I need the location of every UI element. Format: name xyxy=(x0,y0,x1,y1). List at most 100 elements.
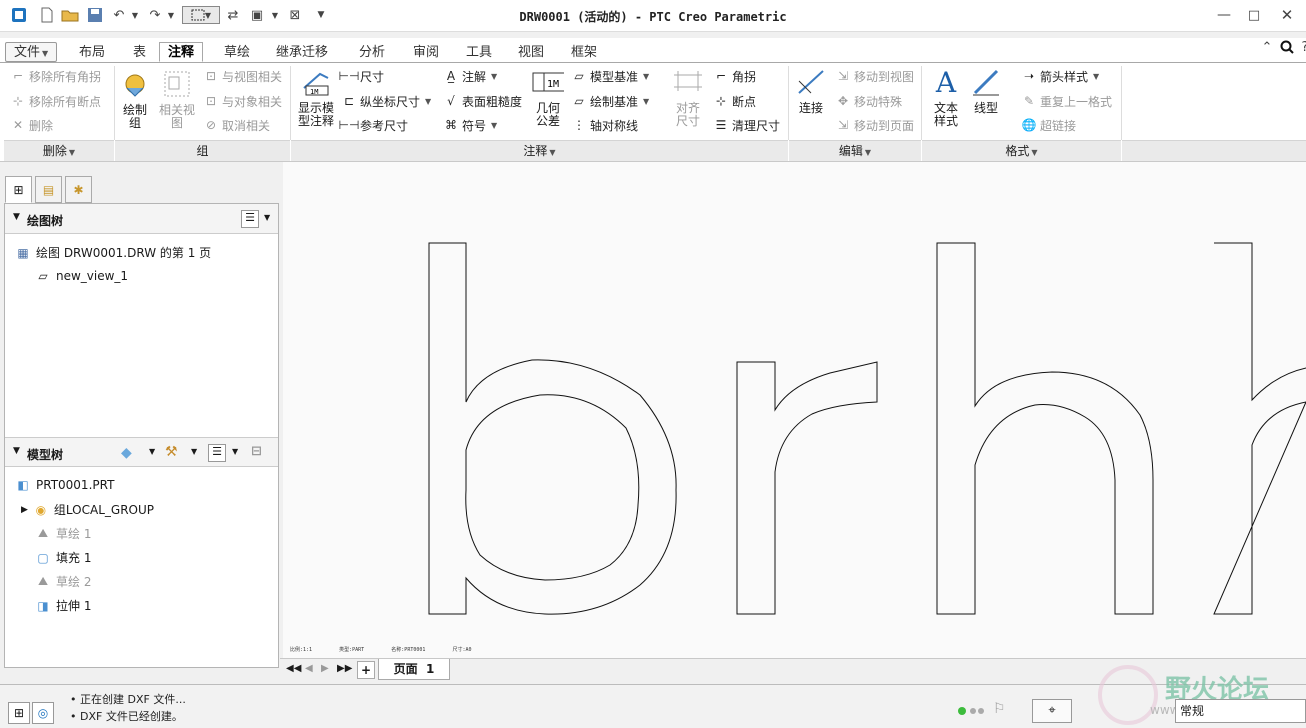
settings-dropdown-icon[interactable]: ▼ xyxy=(232,447,238,456)
filter-icon[interactable]: ⊟ xyxy=(251,444,262,459)
collapse-ribbon-icon[interactable]: ⌃ xyxy=(1258,38,1276,56)
jog-button[interactable]: ⌐ 角拐 xyxy=(713,66,756,86)
cleanup-dimensions-button[interactable]: ☰ 清理尺寸 xyxy=(713,115,780,135)
favorites-icon: ✱ xyxy=(73,182,84,197)
arrow-style-button[interactable]: ➝ 箭头样式 ▼ xyxy=(1021,66,1099,86)
draw-group-button[interactable]: 绘制 组 xyxy=(116,68,154,130)
group-divider xyxy=(921,66,922,140)
remove-all-breaks-button[interactable]: ⊹ 移除所有断点 xyxy=(10,91,101,111)
delete-button[interactable]: ✕ 删除 xyxy=(10,115,53,135)
tree-item-sketch-2[interactable]: ⛰ 草绘 2 xyxy=(35,573,92,590)
tab-review[interactable]: 审阅 xyxy=(404,42,448,62)
page-tab[interactable]: 页面 1 xyxy=(378,659,450,680)
settings-icon[interactable]: ☰ xyxy=(208,444,226,462)
toggle-browser-icon[interactable]: ◎ xyxy=(32,702,54,724)
tab-layout[interactable]: 布局 xyxy=(70,42,114,62)
collapse-icon[interactable]: ▼ xyxy=(13,446,20,456)
relate-to-view-button[interactable]: ⊡ 与视图相关 xyxy=(203,66,282,86)
tab-table[interactable]: 表 xyxy=(124,42,155,62)
tree-settings-dropdown-icon[interactable]: ▼ xyxy=(264,213,270,222)
symmetry-line-button[interactable]: ⋮ 轴对称线 xyxy=(571,115,638,135)
show-icon[interactable]: ◆ xyxy=(121,445,132,461)
model-datum-icon: ▱ xyxy=(574,69,584,83)
tree-item-view[interactable]: ▱ new_view_1 xyxy=(35,268,128,284)
bullet-icon: • xyxy=(70,693,80,706)
note-button[interactable]: A̲ 注解 ▼ xyxy=(443,66,497,86)
text-style-button[interactable]: A 文本 样式 xyxy=(928,66,964,128)
tab-folder-browser[interactable]: ▤ xyxy=(35,176,62,203)
line-style-button[interactable]: 线型 xyxy=(968,66,1004,115)
prev-page-icon[interactable]: ◀ xyxy=(305,663,313,674)
connect-button[interactable]: 连接 xyxy=(793,66,829,115)
help-icon[interactable]: ? xyxy=(1296,38,1306,56)
drawing-tree-header[interactable]: ▼ 绘图树 ☰ ▼ xyxy=(5,204,278,234)
relate-to-object-button[interactable]: ⊡ 与对象相关 xyxy=(203,91,282,111)
move-to-view-button[interactable]: ⇲ 移动到视图 xyxy=(835,66,914,86)
symbol-button[interactable]: ⌘ 符号 ▼ xyxy=(443,115,497,135)
symmetry-line-icon: ⋮ xyxy=(573,118,585,132)
tree-settings-icon[interactable]: ☰ xyxy=(241,210,259,228)
find-icon[interactable]: ⌖ xyxy=(1032,699,1072,723)
toggle-navigator-icon[interactable]: ⊞ xyxy=(8,702,30,724)
align-dimensions-button[interactable]: 对齐 尺寸 xyxy=(668,66,708,128)
tab-favorites[interactable]: ✱ xyxy=(65,176,92,203)
expand-icon[interactable]: ▶ xyxy=(21,505,28,515)
format-group-label[interactable]: 格式 ▼ xyxy=(922,140,1121,161)
model-datum-button[interactable]: ▱ 模型基准 ▼ xyxy=(571,66,649,86)
tree-item-local-group[interactable]: ▶ ◉ 组LOCAL_GROUP xyxy=(21,501,154,518)
tab-legacy-migration[interactable]: 继承迁移 xyxy=(267,42,337,62)
move-to-sheet-button[interactable]: ⇲ 移动到页面 xyxy=(835,115,914,135)
ordinate-dimension-button[interactable]: ⊏ 纵坐标尺寸 ▼ xyxy=(341,91,431,111)
geometric-tolerance-icon: 1M xyxy=(532,66,564,98)
tab-annotate[interactable]: 注释 xyxy=(159,42,204,62)
edit-group-label[interactable]: 编辑 ▼ xyxy=(789,140,921,161)
break-button[interactable]: ⊹ 断点 xyxy=(713,91,756,111)
folder-icon: ▤ xyxy=(42,182,55,197)
tab-analysis[interactable]: 分析 xyxy=(350,42,394,62)
add-page-button[interactable]: + xyxy=(357,661,375,679)
move-special-button[interactable]: ✥ 移动特殊 xyxy=(835,91,902,111)
delete-group-label[interactable]: 删除 ▼ xyxy=(4,140,114,161)
hyperlink-button[interactable]: 🌐 超链接 xyxy=(1021,115,1077,135)
repeat-last-format-button[interactable]: ✎ 重复上一格式 xyxy=(1021,91,1112,111)
minimize-icon[interactable]: — xyxy=(1215,6,1233,24)
remove-all-jogs-button[interactable]: ⌐ 移除所有角拐 xyxy=(10,66,101,86)
surface-finish-button[interactable]: √ 表面粗糙度 xyxy=(443,91,522,111)
tree-item-fill-1[interactable]: ▢ 填充 1 xyxy=(35,549,91,566)
tools-dropdown-icon[interactable]: ▼ xyxy=(191,447,197,456)
close-icon[interactable]: ✕ xyxy=(1278,6,1296,24)
tab-tools[interactable]: 工具 xyxy=(457,42,501,62)
tree-item-sketch-1[interactable]: ⛰ 草绘 1 xyxy=(35,525,92,542)
file-menu[interactable]: 文件 ▼ xyxy=(5,42,58,62)
tab-view[interactable]: 视图 xyxy=(509,42,553,62)
tab-sketch[interactable]: 草绘 xyxy=(215,42,259,62)
tab-model-tree[interactable]: ⊞ xyxy=(5,176,32,203)
reference-dimension-icon: ⊢⊣ xyxy=(338,118,360,132)
tree-item-part[interactable]: ◧ PRT0001.PRT xyxy=(15,477,114,493)
unrelate-button[interactable]: ⊘ 取消相关 xyxy=(203,115,270,135)
selection-filter-select[interactable]: 常规 xyxy=(1175,699,1306,723)
collapse-icon[interactable]: ▼ xyxy=(13,212,20,222)
flag-icon[interactable]: ⚐ xyxy=(993,701,1006,717)
related-view-button[interactable]: 相关视 图 xyxy=(156,68,198,130)
maximize-icon[interactable]: □ xyxy=(1245,6,1263,24)
tree-item-drawing[interactable]: ▦ 绘图 DRW0001.DRW 的第 1 页 xyxy=(15,244,211,261)
tab-framework[interactable]: 框架 xyxy=(562,42,606,62)
show-dropdown-icon[interactable]: ▼ xyxy=(149,447,155,456)
geometric-tolerance-button[interactable]: 1M 几何 公差 xyxy=(529,66,567,128)
tools-icon[interactable]: ⚒ xyxy=(165,444,178,460)
annotate-group-label[interactable]: 注释 ▼ xyxy=(291,140,788,161)
repeat-format-icon: ✎ xyxy=(1023,94,1035,108)
show-model-annotations-button[interactable]: 1M 显示模 型注释 xyxy=(294,66,338,128)
model-tree-header[interactable]: ▼ 模型树 ◆ ▼ ⚒ ▼ ☰ ▼ ⊟ xyxy=(5,437,278,467)
reference-dimension-button[interactable]: ⊢⊣ 参考尺寸 xyxy=(338,115,408,135)
tree-item-extrude-1[interactable]: ◨ 拉伸 1 xyxy=(35,597,91,614)
first-page-icon[interactable]: ◀◀ xyxy=(286,663,301,674)
next-page-icon[interactable]: ▶ xyxy=(321,663,329,674)
dimension-button[interactable]: ⊢⊣ 尺寸 xyxy=(339,66,384,86)
draft-datum-button[interactable]: ▱ 绘制基准 ▼ xyxy=(571,91,649,111)
drawing-canvas[interactable]: 比例:1:1 类型:PART 名称:PRT0001 尺寸:A0 xyxy=(283,162,1306,658)
search-icon[interactable] xyxy=(1278,38,1296,56)
last-page-icon[interactable]: ▶▶ xyxy=(337,663,352,674)
group-divider xyxy=(114,66,115,140)
